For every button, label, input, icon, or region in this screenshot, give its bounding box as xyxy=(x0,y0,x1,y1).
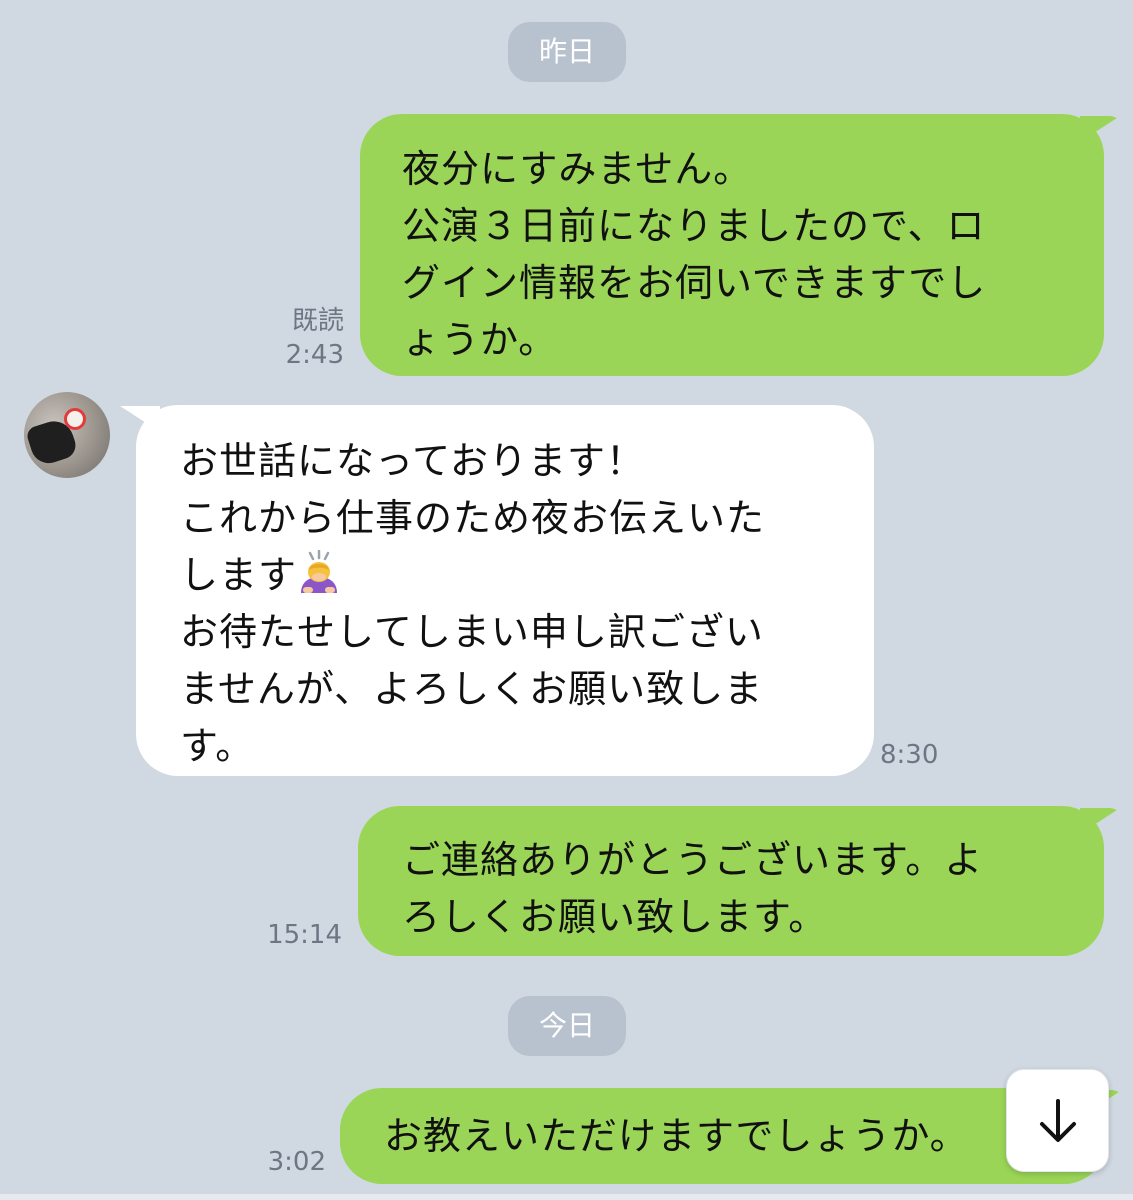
outgoing-message-bubble[interactable]: お教えいただけますでしょうか。 xyxy=(340,1088,1106,1184)
avatar[interactable] xyxy=(24,392,110,478)
message-time: 15:14 xyxy=(267,920,342,950)
outgoing-message-bubble[interactable]: ご連絡ありがとうございます。よ ろしくお願い致します。 xyxy=(358,806,1104,956)
message-text: お待たせしてしまい申し訳ござい ませんが、よろしくお願い致しま す。 xyxy=(180,610,764,768)
person-bowing-emoji xyxy=(301,550,338,593)
scroll-to-bottom-button[interactable] xyxy=(1006,1069,1109,1172)
incoming-message-bubble[interactable]: お世話になっております！ これから仕事のため夜お伝えいた します お待たせしてし… xyxy=(136,405,874,776)
message-text: お世話になっております！ これから仕事のため夜お伝えいた します xyxy=(180,439,766,597)
message-time: 3:02 xyxy=(267,1147,326,1177)
date-separator-yesterday: 昨日 xyxy=(508,22,626,82)
chat-area: 昨日 既読 2:43 夜分にすみません。 公演３日前になりましたので、ロ グイン… xyxy=(0,0,1133,1200)
message-time: 8:30 xyxy=(880,740,939,770)
outgoing-message-bubble[interactable]: 夜分にすみません。 公演３日前になりましたので、ロ グイン情報をお伺いできますで… xyxy=(360,114,1104,376)
read-receipt: 既読 xyxy=(291,306,344,336)
input-bar-edge xyxy=(0,1194,1133,1200)
message-meta: 既読 2:43 xyxy=(250,304,344,372)
message-time: 2:43 xyxy=(285,340,344,370)
arrow-down-icon xyxy=(1039,1098,1076,1142)
date-separator-today: 今日 xyxy=(508,996,626,1056)
